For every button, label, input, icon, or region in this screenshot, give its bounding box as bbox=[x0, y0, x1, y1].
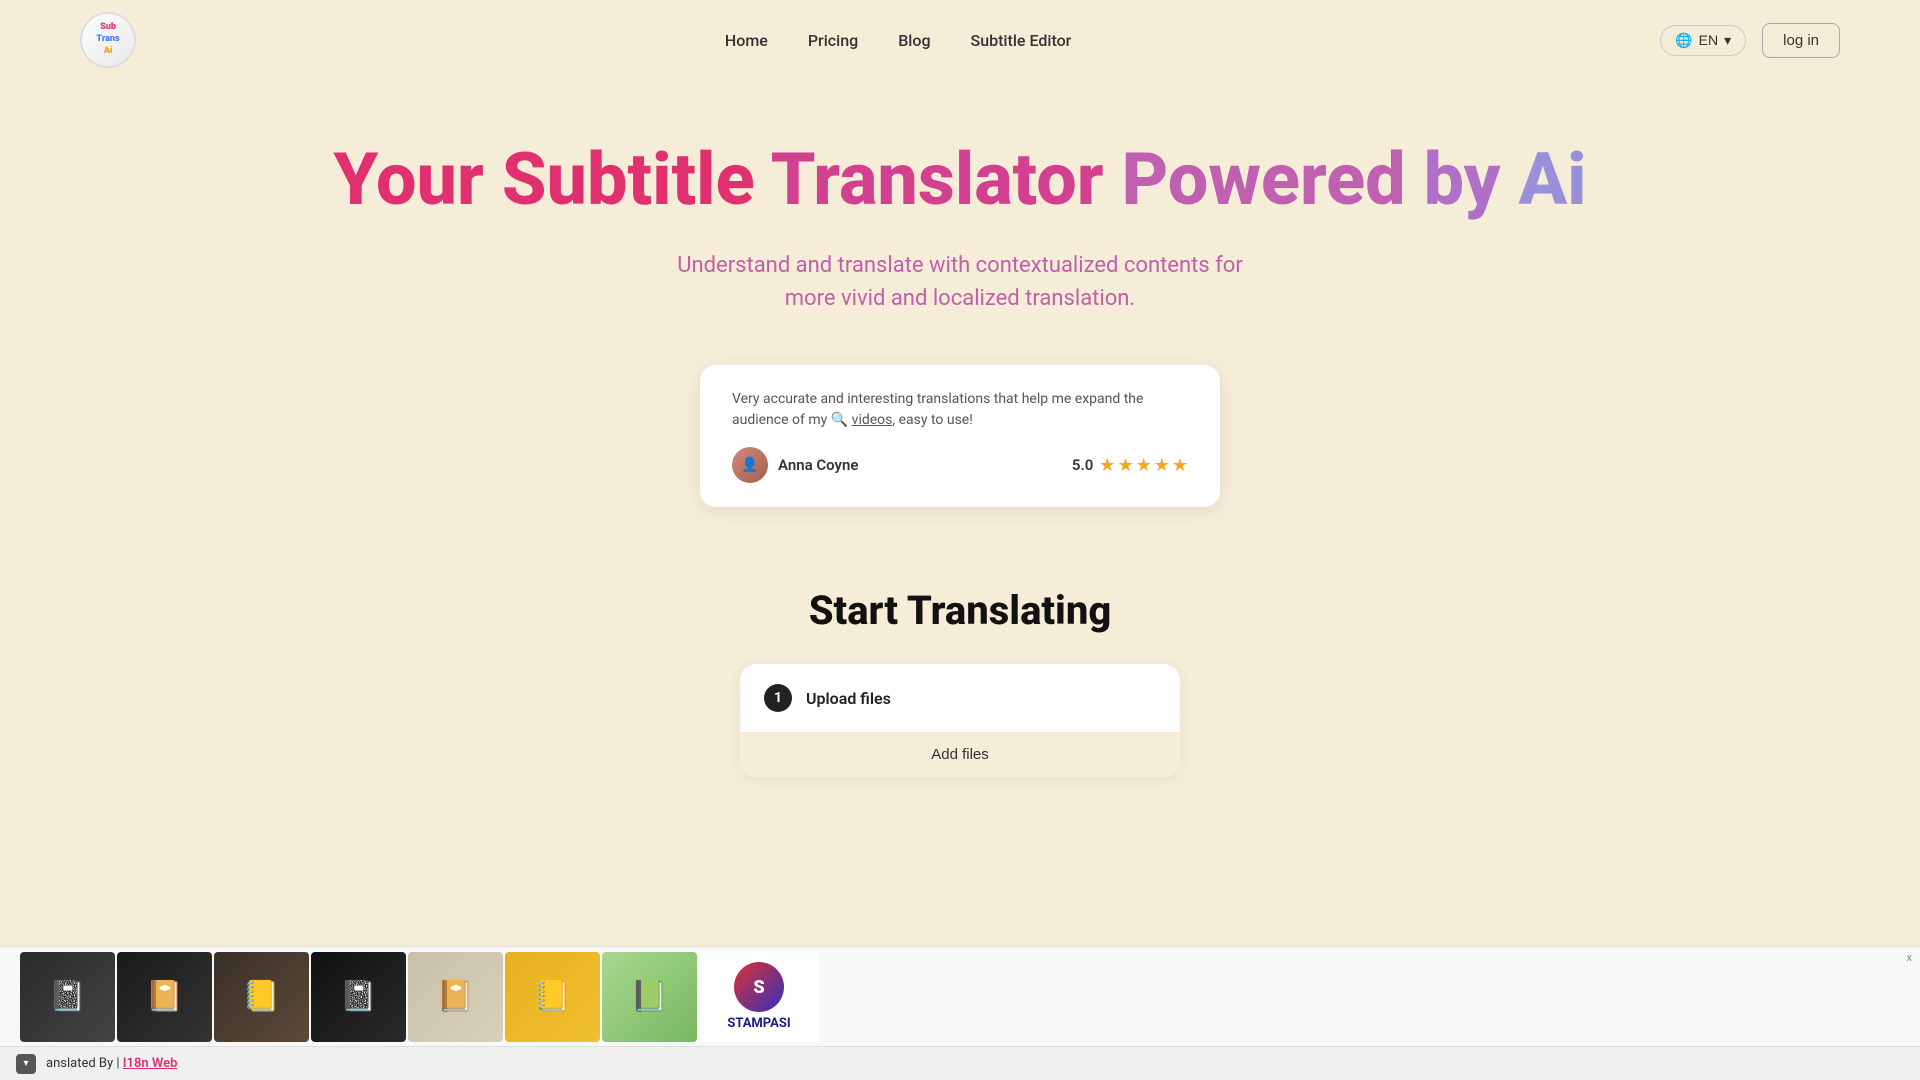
i18n-link[interactable]: I18n Web bbox=[123, 1056, 178, 1071]
testimonial-card: Very accurate and interesting translatio… bbox=[700, 365, 1220, 507]
upload-label: Upload files bbox=[806, 689, 891, 708]
testimonial-text: Very accurate and interesting translatio… bbox=[732, 389, 1188, 431]
ad-item-4: 📓 bbox=[311, 952, 406, 1042]
start-section: Start Translating 1 Upload files Add fil… bbox=[0, 587, 1920, 817]
bottom-bar: ▾ anslated By | I18n Web bbox=[0, 1046, 1920, 1080]
avatar: 👤 bbox=[732, 447, 768, 483]
brand-name: STAMPASI bbox=[727, 1016, 790, 1031]
logo[interactable]: Sub Trans Ai bbox=[80, 12, 136, 68]
nav-home[interactable]: Home bbox=[725, 31, 768, 50]
ad-items: 📓 📔 📒 📓 📔 📒 📗 S STAMPASI bbox=[0, 952, 1920, 1042]
nav-pricing[interactable]: Pricing bbox=[808, 31, 858, 50]
ad-item-2: 📔 bbox=[117, 952, 212, 1042]
star-5: ★ bbox=[1172, 455, 1188, 476]
logo-icon: Sub Trans Ai bbox=[80, 12, 136, 68]
rating-score: 5.0 bbox=[1072, 456, 1093, 474]
hero-section: Your Subtitle Translator Powered by Ai U… bbox=[0, 80, 1920, 587]
avatar-image: 👤 bbox=[732, 447, 768, 483]
title-word-your: Your bbox=[333, 137, 484, 222]
hero-subtitle: Understand and translate with contextual… bbox=[650, 249, 1270, 315]
testimonial-footer: 👤 Anna Coyne 5.0 ★ ★ ★ ★ ★ bbox=[732, 447, 1188, 483]
bottom-bar-text: anslated By | I18n Web bbox=[46, 1056, 177, 1071]
ad-item-5: 📔 bbox=[408, 952, 503, 1042]
add-files-button[interactable]: Add files bbox=[740, 732, 1180, 777]
ad-item-3: 📒 bbox=[214, 952, 309, 1042]
ad-item-6: 📒 bbox=[505, 952, 600, 1042]
nav-blog[interactable]: Blog bbox=[898, 31, 930, 50]
collapse-button[interactable]: ▾ bbox=[16, 1054, 36, 1074]
start-title: Start Translating bbox=[809, 587, 1112, 634]
ad-close-button[interactable]: x bbox=[1907, 951, 1912, 964]
upload-header: 1 Upload files bbox=[740, 664, 1180, 732]
title-word-subtitle: Subtitle bbox=[502, 137, 755, 222]
star-4: ★ bbox=[1154, 455, 1170, 476]
title-word-ai: Ai bbox=[1518, 137, 1586, 222]
rating: 5.0 ★ ★ ★ ★ ★ bbox=[1072, 455, 1188, 476]
star-2: ★ bbox=[1117, 455, 1133, 476]
star-1: ★ bbox=[1099, 455, 1115, 476]
testimonial-author: 👤 Anna Coyne bbox=[732, 447, 858, 483]
language-selector[interactable]: 🌐 EN ▾ bbox=[1660, 25, 1746, 56]
hero-title: Your Subtitle Translator Powered by Ai bbox=[333, 140, 1586, 219]
login-button[interactable]: log in bbox=[1762, 23, 1840, 58]
star-3: ★ bbox=[1136, 455, 1152, 476]
lang-label: EN bbox=[1699, 32, 1718, 48]
brand-logo-icon: S bbox=[734, 962, 784, 1012]
step-badge: 1 bbox=[764, 684, 792, 712]
chevron-down-icon: ▾ bbox=[1724, 32, 1731, 49]
title-word-translator: Translator bbox=[771, 137, 1104, 222]
nav-subtitle-editor[interactable]: Subtitle Editor bbox=[971, 31, 1072, 50]
ad-item-7: 📗 bbox=[602, 952, 697, 1042]
title-word-by: by bbox=[1424, 137, 1501, 222]
ad-item-1: 📓 bbox=[20, 952, 115, 1042]
ad-banner: x 📓 📔 📒 📓 📔 📒 📗 S STAMPASI bbox=[0, 946, 1920, 1046]
globe-icon: 🌐 bbox=[1675, 32, 1692, 49]
ad-brand[interactable]: S STAMPASI bbox=[699, 952, 819, 1042]
stars: ★ ★ ★ ★ ★ bbox=[1099, 455, 1188, 476]
upload-card: 1 Upload files Add files bbox=[740, 664, 1180, 777]
author-name: Anna Coyne bbox=[778, 456, 858, 474]
nav-links: Home Pricing Blog Subtitle Editor bbox=[725, 31, 1071, 50]
navbar: Sub Trans Ai Home Pricing Blog Subtitle … bbox=[0, 0, 1920, 80]
title-word-powered: Powered bbox=[1122, 137, 1406, 222]
testimonial-link[interactable]: videos bbox=[852, 412, 893, 428]
nav-right: 🌐 EN ▾ log in bbox=[1660, 23, 1840, 58]
